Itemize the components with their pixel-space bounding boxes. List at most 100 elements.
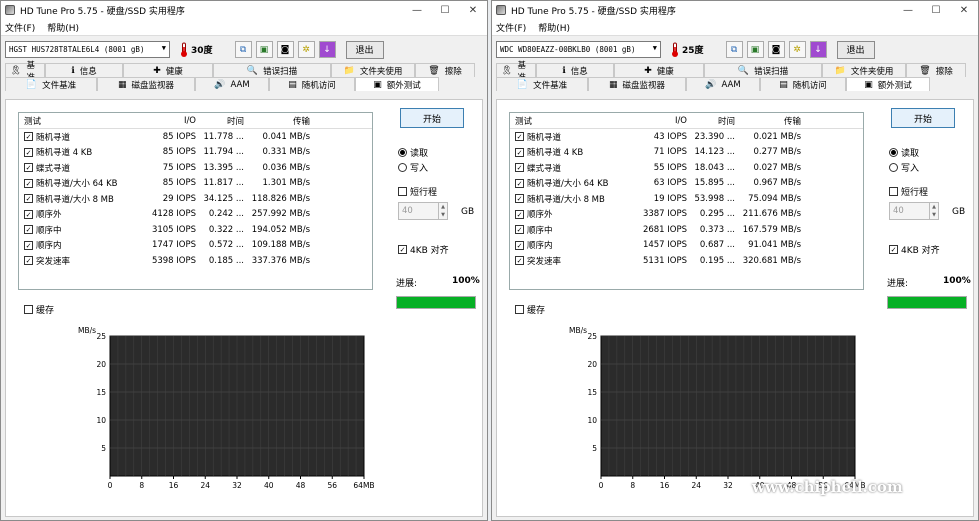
tab-file-benchmark[interactable]: 📄 文件基准 (496, 77, 588, 91)
tab-disk-monitor[interactable]: ▦ 磁盘监视器 (588, 77, 686, 91)
radio-dot (398, 148, 407, 157)
drive-select[interactable]: WDC WD80EAZZ-00BKLB0 (8001 gB) ▼ (496, 41, 661, 58)
menu-bar: 文件(F) 帮助(H) (1, 19, 487, 35)
copy-icon[interactable]: ⧉ (725, 41, 743, 58)
cache-checkbox[interactable]: 缓存 (24, 303, 54, 316)
row-checkbox[interactable]: ✓ (24, 194, 33, 204)
align-4kb-checkbox[interactable]: ✓ 4KB 对齐 (398, 243, 449, 256)
tab-random-access[interactable]: ▤ 随机访问 (760, 77, 846, 91)
progress-label: 进展: (396, 279, 418, 289)
tab-speaker[interactable]: 🔊 AAM (195, 77, 269, 91)
cache-checkbox[interactable]: 缓存 (515, 303, 545, 316)
menu-help[interactable]: 帮助(H) (538, 21, 570, 34)
tab-folder[interactable]: 📁 文件夹使用 (822, 63, 906, 77)
row-checkbox[interactable]: ✓ (24, 147, 33, 157)
folder-icon: 📁 (343, 65, 355, 76)
row-time: 0.687 ... (699, 240, 735, 251)
row-checkbox[interactable]: ✓ (515, 225, 524, 235)
row-checkbox[interactable]: ✓ (24, 225, 33, 235)
options-icon[interactable]: ✲ (788, 41, 806, 58)
tab-trash[interactable]: 🗑 擦除 (906, 63, 966, 77)
row-checkbox[interactable]: ✓ (515, 194, 524, 204)
save-icon[interactable]: ▣ (746, 41, 764, 58)
close-icon[interactable]: ✕ (459, 5, 487, 16)
write-radio[interactable]: 写入 (889, 161, 919, 174)
save-icon[interactable]: ▣ (255, 41, 273, 58)
short-stroke-input[interactable]: 40 ▲ ▼ (889, 202, 939, 220)
minimize-icon[interactable]: — (403, 5, 431, 16)
copy-icon[interactable]: ⧉ (234, 41, 252, 58)
tab-info[interactable]: ℹ 信息 (536, 63, 614, 77)
drive-select[interactable]: HGST HUS728T8TALE6L4 (8001 gB) ▼ (5, 41, 170, 58)
row-checkbox[interactable]: ✓ (515, 240, 524, 250)
tab-magnifier[interactable]: 🔍 错误扫描 (213, 63, 331, 77)
short-stroke-checkbox[interactable]: 短行程 (889, 185, 928, 198)
short-stroke-input[interactable]: 40 ▲ ▼ (398, 202, 448, 220)
tab-trash[interactable]: 🗑 擦除 (415, 63, 475, 77)
row-name-cell: ✓ 蝶式寻道 (510, 162, 630, 174)
row-checkbox[interactable]: ✓ (515, 209, 524, 219)
camera-icon[interactable]: ◙ (767, 41, 785, 58)
col-time: 时间 (717, 116, 735, 127)
row-io: 1457 IOPS (642, 240, 687, 251)
tab-ribbon[interactable]: 🎗基准 (496, 61, 536, 83)
read-radio[interactable]: 读取 (398, 146, 428, 159)
tab-extra-tests[interactable]: ▣ 额外测试 (355, 77, 439, 91)
tab-speaker[interactable]: 🔊 AAM (686, 77, 760, 91)
row-checkbox[interactable]: ✓ (24, 240, 33, 250)
row-checkbox[interactable]: ✓ (24, 178, 33, 188)
row-checkbox[interactable]: ✓ (515, 178, 524, 188)
download-icon[interactable]: ↓ (318, 41, 336, 58)
tab-magnifier[interactable]: 🔍 错误扫描 (704, 63, 822, 77)
close-icon[interactable]: ✕ (950, 5, 978, 16)
exit-button[interactable]: 退出 (836, 40, 875, 59)
x-tick-label: 8 (139, 481, 144, 490)
options-icon[interactable]: ✲ (297, 41, 315, 58)
tab-extra-tests[interactable]: ▣ 额外测试 (846, 77, 930, 91)
maximize-icon[interactable]: ☐ (922, 5, 950, 16)
tab-info[interactable]: ℹ 信息 (45, 63, 123, 77)
spin-arrows-icon[interactable]: ▲ ▼ (438, 203, 447, 219)
start-button[interactable]: 开始 (891, 108, 955, 128)
row-io: 55 IOPS (653, 162, 687, 173)
tab-disk-monitor[interactable]: ▦ 磁盘监视器 (97, 77, 195, 91)
row-checkbox[interactable]: ✓ (515, 132, 524, 142)
row-checkbox[interactable]: ✓ (515, 163, 524, 173)
row-checkbox[interactable]: ✓ (24, 132, 33, 142)
tab-random-access[interactable]: ▤ 随机访问 (269, 77, 355, 91)
table-row: ✓ 随机寻道/大小 8 MB 29 IOPS 34.125 ... 118.826… (19, 191, 372, 207)
start-button[interactable]: 开始 (400, 108, 464, 128)
row-time: 11.778 ... (203, 131, 244, 142)
menu-file[interactable]: 文件(F) (496, 21, 526, 34)
tab-label: 文件夹使用 (359, 66, 403, 77)
align-4kb-checkbox[interactable]: ✓ 4KB 对齐 (889, 243, 940, 256)
download-icon[interactable]: ↓ (809, 41, 827, 58)
read-radio[interactable]: 读取 (889, 146, 919, 159)
magnifier-icon: 🔍 (246, 65, 259, 76)
spin-arrows-icon[interactable]: ▲ ▼ (929, 203, 938, 219)
row-checkbox[interactable]: ✓ (24, 256, 33, 266)
row-checkbox[interactable]: ✓ (515, 147, 524, 157)
minimize-icon[interactable]: — (894, 5, 922, 16)
tab-health[interactable]: ✚ 健康 (123, 63, 213, 77)
row-checkbox[interactable]: ✓ (515, 256, 524, 266)
row-checkbox[interactable]: ✓ (24, 163, 33, 173)
short-stroke-checkbox[interactable]: 短行程 (398, 185, 437, 198)
camera-icon[interactable]: ◙ (276, 41, 294, 58)
x-tick-label: 32 (232, 481, 242, 490)
tab-label: 擦除 (935, 66, 953, 77)
tab-file-benchmark[interactable]: 📄 文件基准 (5, 77, 97, 91)
write-radio[interactable]: 写入 (398, 161, 428, 174)
row-checkbox[interactable]: ✓ (24, 209, 33, 219)
tabs-row-1: 🎗基准 ℹ 信息 ✚ 健康 🔍 错误扫描 📁 文件夹使用 🗑 擦除 (492, 61, 978, 83)
exit-button[interactable]: 退出 (345, 40, 384, 59)
menu-file[interactable]: 文件(F) (5, 21, 35, 34)
menu-help[interactable]: 帮助(H) (47, 21, 79, 34)
row-transfer: 167.579 MB/s (742, 224, 801, 235)
tab-folder[interactable]: 📁 文件夹使用 (331, 63, 415, 77)
tab-ribbon[interactable]: 🎗基准 (5, 61, 45, 83)
row-name-cell: ✓ 顺序中 (510, 224, 630, 236)
row-time: 0.322 ... (208, 224, 244, 235)
tab-health[interactable]: ✚ 健康 (614, 63, 704, 77)
maximize-icon[interactable]: ☐ (431, 5, 459, 16)
